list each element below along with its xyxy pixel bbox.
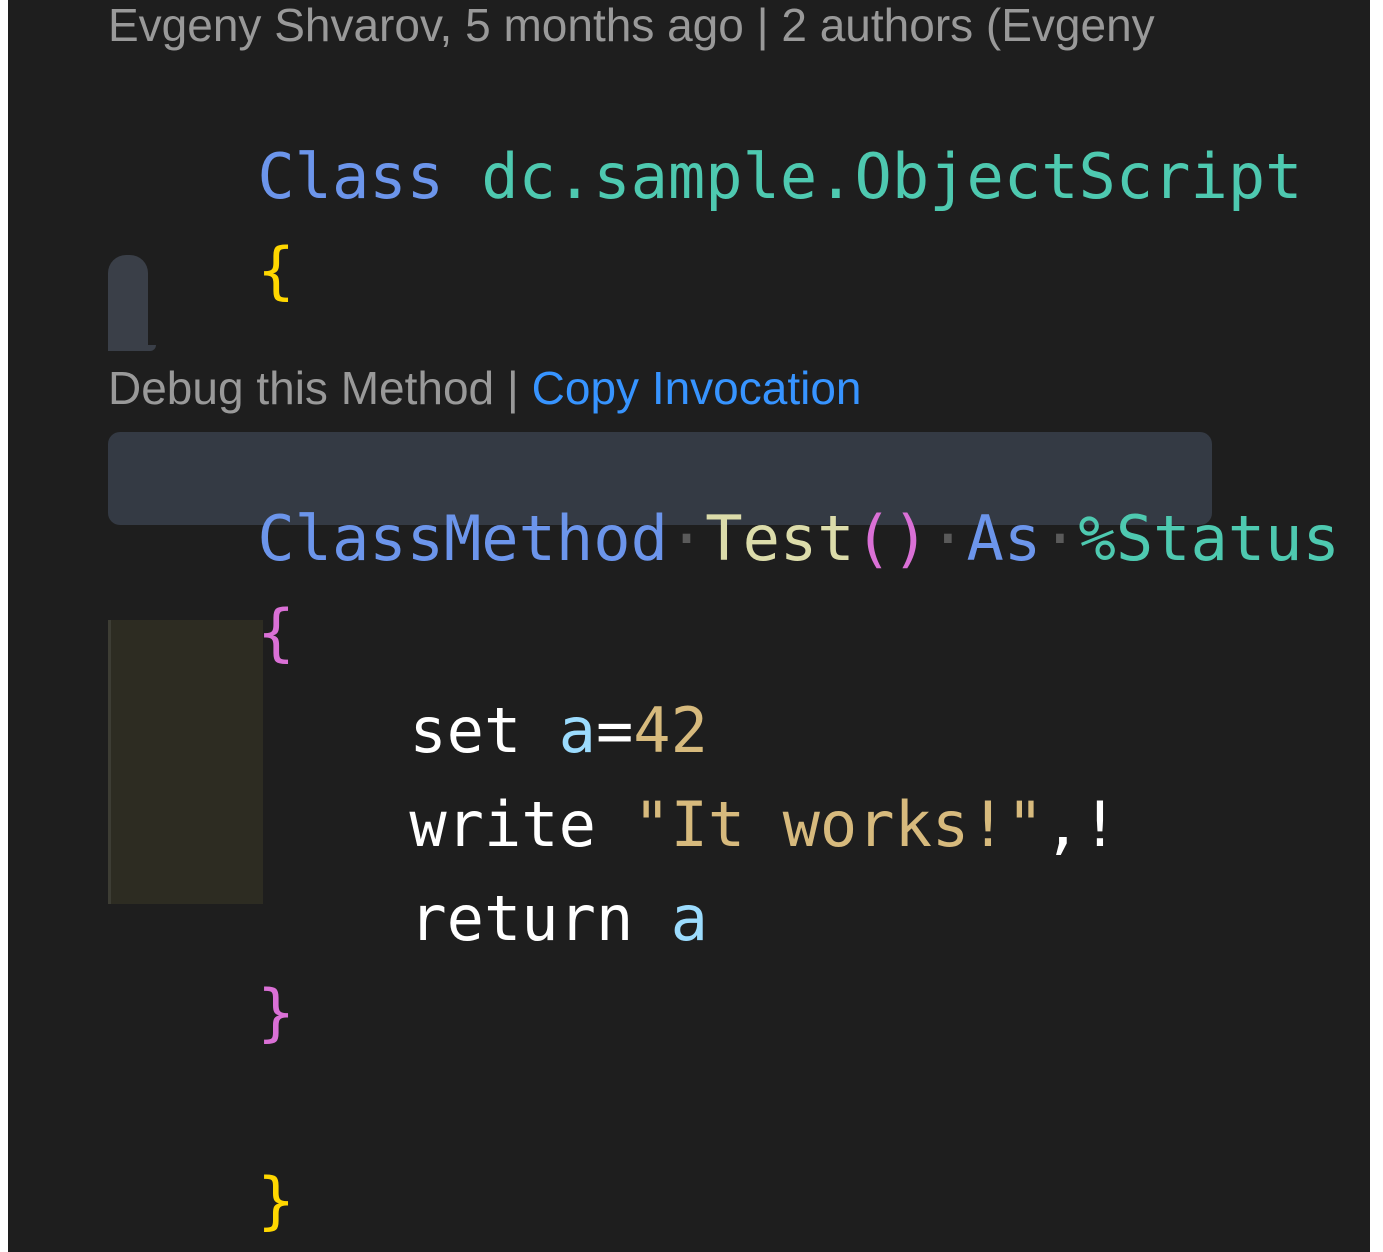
classmethod-keyword: ClassMethod [257,502,668,575]
codelens-separator: | [494,362,532,414]
copy-invocation-link[interactable]: Copy Invocation [532,362,862,414]
return-command: return [409,882,634,955]
method-close-brace-line[interactable]: } [108,920,295,1106]
bookmark-icon[interactable] [108,255,156,351]
whitespace-dot: · [667,502,706,575]
class-close-brace-line[interactable]: } [108,1108,295,1252]
method-name: Test [705,502,855,575]
git-blame-text[interactable]: Evgeny Shvarov, 5 months ago | 2 authors… [108,0,1155,51]
code-editor[interactable]: Evgeny Shvarov, 5 months ago | 2 authors… [8,0,1370,1252]
debug-method-link[interactable]: Debug this Method [108,362,494,414]
whitespace-dot: · [1041,502,1079,575]
return-statement-line[interactable]: return a [260,826,708,1012]
method-close-brace: } [257,976,295,1049]
return-type: %Status [1078,502,1340,575]
whitespace-dot: · [929,502,967,575]
method-codelens: Debug this Method | Copy Invocation [108,365,862,411]
class-open-brace: { [257,234,295,307]
indentation-highlight [108,620,263,904]
git-blame-codelens[interactable]: Evgeny Shvarov, 5 months ago | 2 authors… [108,2,1155,48]
class-name: dc.sample.ObjectScript [481,140,1303,213]
return-variable: a [670,882,708,955]
class-close-brace: } [257,1164,295,1237]
method-parens: () [854,502,930,575]
as-keyword: As [966,502,1042,575]
write-newline-arg: ,! [1043,788,1119,861]
